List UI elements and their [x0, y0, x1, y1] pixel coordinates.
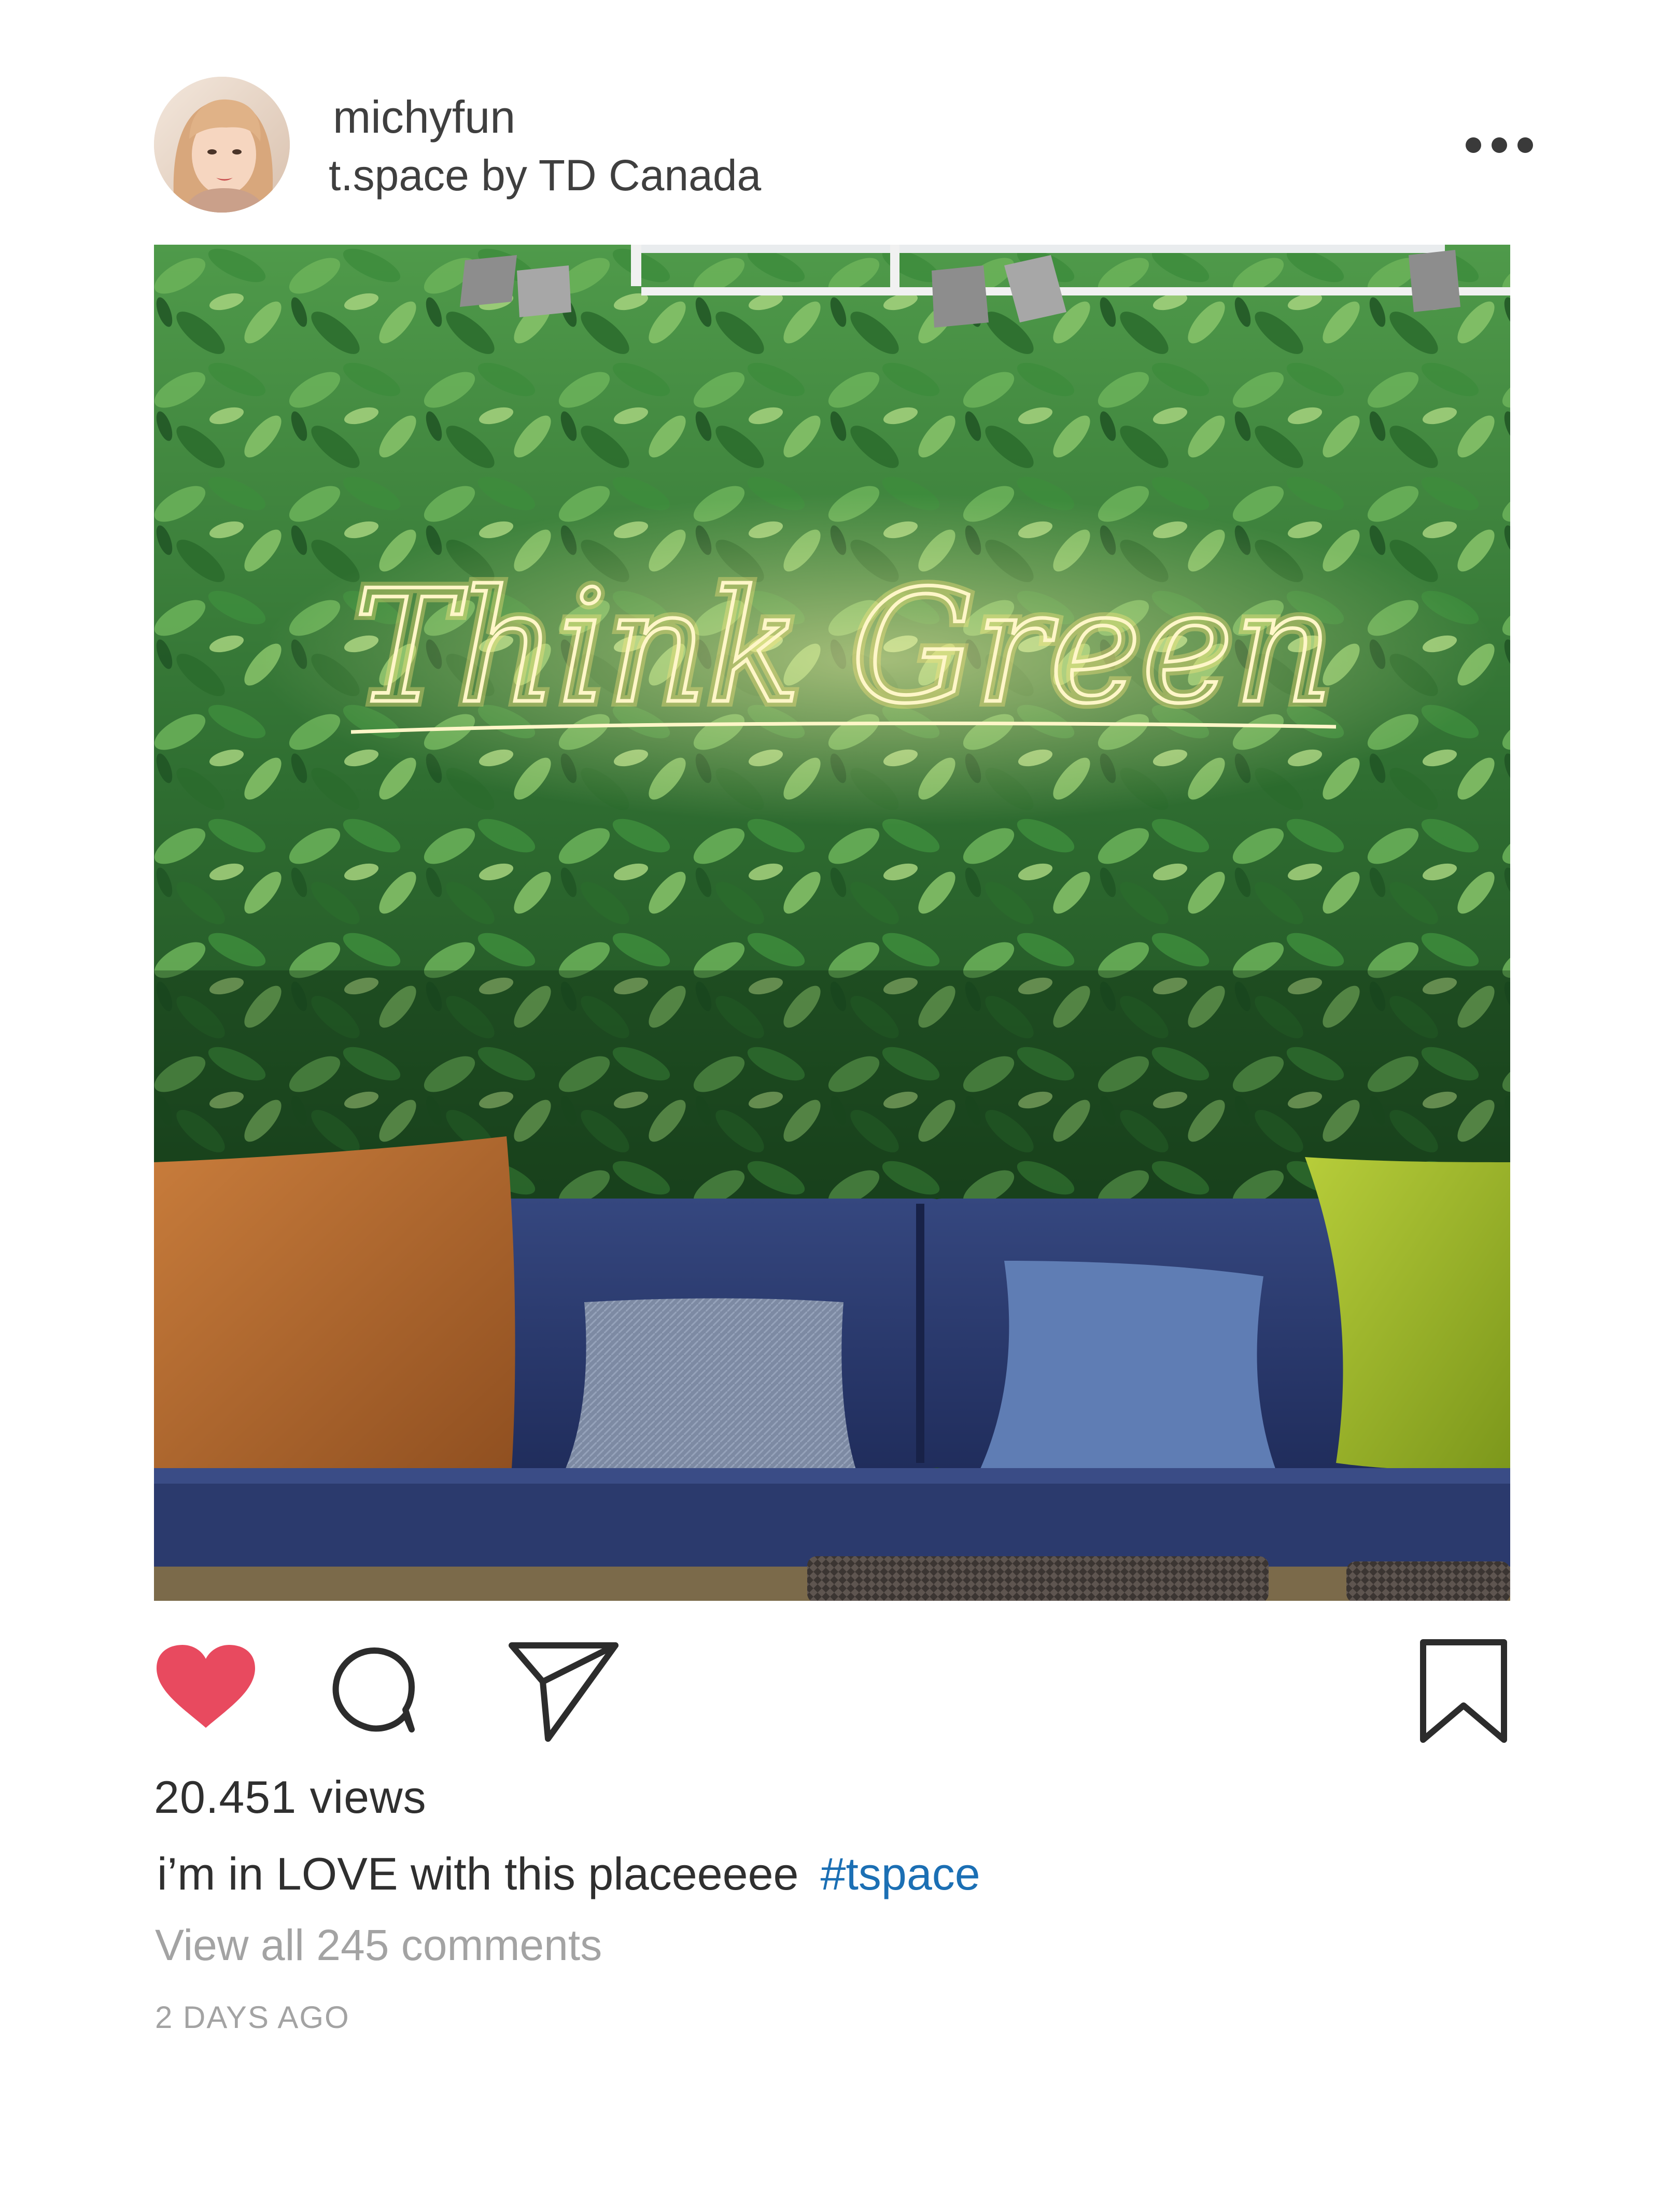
comment-button[interactable] — [328, 1642, 421, 1738]
caption-text: i’m in LOVE with this placeeeee — [157, 1848, 799, 1899]
view-count: 20.451 views — [154, 1771, 427, 1823]
heart-icon — [157, 1645, 255, 1728]
like-button[interactable] — [154, 1642, 258, 1733]
hashtag-link[interactable]: #tspace — [821, 1848, 980, 1899]
more-options-button[interactable] — [1466, 134, 1533, 157]
post-timestamp: 2 DAYS AGO — [155, 2000, 350, 2035]
caption: i’m in LOVE with this placeeeee #tspace — [157, 1845, 980, 1903]
view-comments-link[interactable]: View all 245 comments — [155, 1919, 602, 1971]
neon-sign-text: Think Green — [354, 557, 1334, 738]
username[interactable]: michyfun — [333, 91, 515, 143]
post-photo[interactable]: Think Green Think Green — [154, 245, 1510, 1601]
bookmark-icon — [1420, 1639, 1507, 1743]
more-dot — [1517, 137, 1533, 153]
share-button[interactable] — [507, 1640, 621, 1746]
avatar[interactable] — [154, 77, 290, 213]
save-button[interactable] — [1417, 1637, 1510, 1749]
neon-sign: Think Green Think Green — [348, 551, 1340, 743]
post-location[interactable]: t.space by TD Canada — [329, 149, 761, 201]
post-actions — [154, 1633, 1510, 1747]
comment-bubble-icon — [332, 1647, 415, 1732]
more-dot — [1492, 137, 1507, 153]
post-header: michyfun t.space by TD Canada — [154, 77, 1533, 213]
paper-plane-icon — [509, 1642, 618, 1742]
more-horizontal-icon — [1466, 137, 1481, 153]
